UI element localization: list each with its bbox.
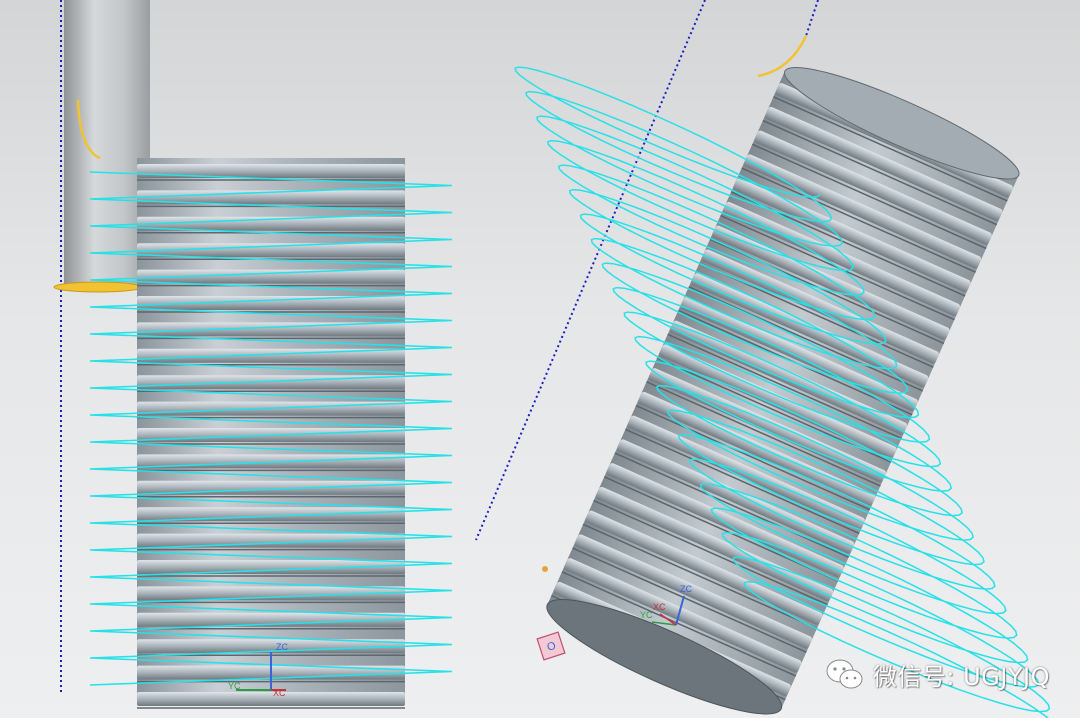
left-csys-xc: XC bbox=[273, 688, 286, 698]
right-csys-xc: XC bbox=[653, 602, 666, 612]
right-csys-zc: ZC bbox=[680, 584, 692, 594]
toolpath-start-point[interactable] bbox=[542, 566, 548, 572]
right-thread-body[interactable] bbox=[537, 51, 1028, 718]
watermark: 微信号: UGJYJQ bbox=[825, 657, 1050, 692]
right-thread-view[interactable]: ZC YC XC O bbox=[475, 0, 1060, 718]
right-boundary-line-short bbox=[805, 0, 819, 37]
wechat-logo-icon bbox=[826, 659, 863, 688]
thread-ridge bbox=[137, 533, 405, 548]
thread-ridge bbox=[137, 692, 405, 706]
tool-tip[interactable] bbox=[53, 281, 143, 293]
mcs-origin-icon[interactable]: O bbox=[536, 631, 566, 661]
left-csys-zc: ZC bbox=[276, 642, 288, 652]
graphics-viewport[interactable]: ZC YC XC ZC YC XC O 微信号: UGJYJQ bbox=[0, 0, 1080, 718]
cad-scene[interactable]: ZC YC XC ZC YC XC O bbox=[0, 0, 1080, 718]
left-csys-yc: YC bbox=[228, 681, 241, 691]
right-csys-yc: YC bbox=[640, 610, 653, 620]
watermark-text: 微信号: UGJYJQ bbox=[872, 663, 1050, 691]
left-thread-view[interactable]: ZC YC XC bbox=[53, 0, 453, 709]
